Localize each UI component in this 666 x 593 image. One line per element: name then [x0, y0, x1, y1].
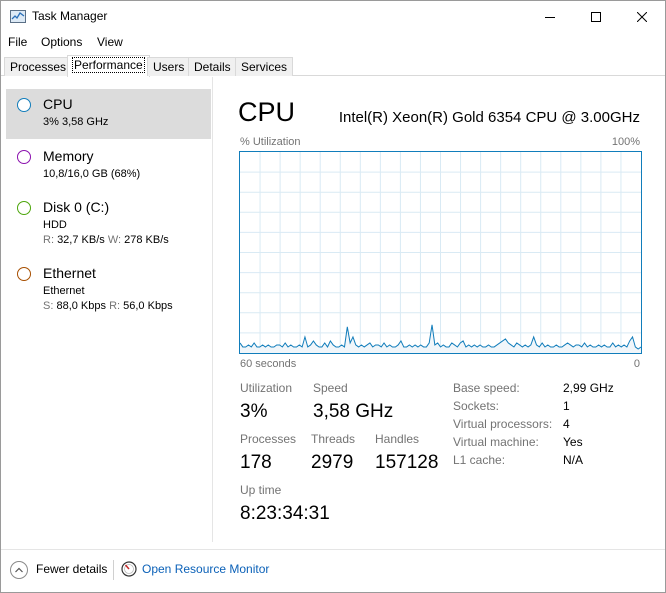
tab-label: Services	[241, 60, 288, 74]
maximize-icon	[591, 11, 601, 22]
sidebar-item-detail: 3% 3,58 GHz	[43, 116, 109, 128]
read-label: R:	[43, 234, 54, 246]
menu-view[interactable]: View	[97, 35, 123, 49]
processes-value: 178	[240, 452, 272, 473]
virtual-machine-label: Virtual machine:	[453, 435, 539, 449]
threads-value: 2979	[311, 452, 354, 473]
footer-divider	[113, 560, 114, 580]
resource-list: CPU 3% 3,58 GHz Memory 10,8/16,0 GB (68%…	[2, 77, 213, 542]
graph-y-max-label: 100%	[611, 136, 640, 148]
tab-label: Performance	[72, 57, 145, 73]
chevron-up-icon[interactable]	[10, 561, 28, 579]
tab-label: Processes	[10, 60, 67, 74]
close-button[interactable]	[619, 1, 665, 32]
sidebar-item-label: Ethernet	[43, 265, 96, 281]
threads-label: Threads	[311, 432, 356, 446]
sidebar-item-cpu[interactable]: CPU 3% 3,58 GHz	[6, 89, 211, 139]
processes-label: Processes	[240, 432, 297, 446]
utilization-value: 3%	[240, 401, 268, 422]
sidebar-item-rates: S: 88,0 Kbps R: 56,0 Kbps	[43, 300, 173, 312]
tab-processes[interactable]: Processes	[4, 57, 73, 76]
footer-bar: Fewer details Open Resource Monitor	[1, 549, 665, 593]
virtual-processors-value: 4	[563, 417, 570, 431]
uptime-label: Up time	[240, 483, 282, 497]
cpu-model-name: Intel(R) Xeon(R) Gold 6354 CPU @ 3.00GHz	[338, 109, 640, 126]
page-title: CPU	[238, 97, 296, 127]
sidebar-item-detail: HDD	[43, 219, 67, 231]
cpu-utilization-graph[interactable]	[239, 151, 642, 354]
utilization-label: Utilization	[240, 381, 293, 395]
minimize-button[interactable]	[527, 1, 573, 32]
graph-x-left-label: 60 seconds	[240, 358, 297, 370]
cpu-color-indicator	[17, 98, 31, 112]
send-value: 88,0 Kbps	[56, 300, 107, 312]
ethernet-color-indicator	[17, 267, 31, 281]
tab-label: Details	[194, 60, 231, 74]
sidebar-item-label: Memory	[43, 148, 94, 164]
tab-label: Users	[153, 60, 185, 74]
virtual-processors-label: Virtual processors:	[453, 417, 553, 431]
base-speed-value: 2,99 GHz	[563, 381, 614, 395]
base-speed-label: Base speed:	[453, 381, 520, 395]
task-manager-window: Task Manager File Options View Processes…	[0, 0, 666, 593]
l1-cache-label: L1 cache:	[453, 453, 506, 467]
l1-cache-value: N/A	[563, 453, 584, 467]
sockets-label: Sockets:	[453, 399, 500, 413]
maximize-button[interactable]	[573, 1, 619, 32]
graph-x-right-label: 0	[633, 358, 640, 370]
minimize-icon	[545, 16, 555, 18]
sidebar-item-memory[interactable]: Memory 10,8/16,0 GB (68%)	[6, 141, 211, 191]
sidebar-item-label: CPU	[43, 96, 73, 112]
sidebar-item-label: Disk 0 (C:)	[43, 199, 110, 215]
send-label: S:	[43, 300, 54, 312]
tab-strip: Processes Performance Users Details Serv…	[1, 52, 665, 77]
uptime-value: 8:23:34:31	[240, 503, 330, 524]
disk-color-indicator	[17, 201, 31, 215]
graph-y-label: % Utilization	[240, 136, 301, 148]
sidebar-item-disk[interactable]: Disk 0 (C:) HDD R: 32,7 KB/s W: 278 KB/s	[6, 193, 211, 253]
menu-bar: File Options View	[1, 32, 665, 52]
tab-details[interactable]: Details	[188, 57, 237, 76]
read-value: 32,7 KB/s	[57, 234, 105, 246]
fewer-details-button[interactable]: Fewer details	[36, 562, 107, 576]
write-value: 278 KB/s	[124, 234, 169, 246]
virtual-machine-value: Yes	[563, 435, 583, 449]
menu-options[interactable]: Options	[41, 35, 82, 49]
handles-label: Handles	[375, 432, 420, 446]
open-resource-monitor-link[interactable]: Open Resource Monitor	[142, 562, 269, 576]
title-bar[interactable]: Task Manager	[1, 1, 665, 32]
window-title: Task Manager	[32, 9, 108, 23]
sidebar-item-detail: Ethernet	[43, 285, 85, 297]
close-icon	[637, 11, 647, 22]
tab-services[interactable]: Services	[235, 57, 294, 76]
sidebar-item-detail: 10,8/16,0 GB (68%)	[43, 168, 141, 180]
receive-value: 56,0 Kbps	[123, 300, 173, 312]
menu-file[interactable]: File	[8, 35, 27, 49]
sidebar-item-ethernet[interactable]: Ethernet Ethernet S: 88,0 Kbps R: 56,0 K…	[6, 259, 211, 319]
sidebar-item-rates: R: 32,7 KB/s W: 278 KB/s	[43, 234, 169, 246]
sockets-value: 1	[563, 399, 570, 413]
tab-users[interactable]: Users	[147, 57, 191, 76]
graph-canvas	[240, 152, 641, 353]
speed-label: Speed	[313, 381, 348, 395]
task-manager-app-icon	[10, 10, 26, 23]
write-label: W:	[107, 234, 122, 246]
handles-value: 157128	[375, 452, 439, 473]
tab-performance[interactable]: Performance	[67, 55, 150, 77]
receive-label: R:	[109, 300, 121, 312]
speed-value: 3,58 GHz	[313, 401, 394, 422]
resource-monitor-icon[interactable]	[121, 561, 137, 577]
memory-color-indicator	[17, 150, 31, 164]
